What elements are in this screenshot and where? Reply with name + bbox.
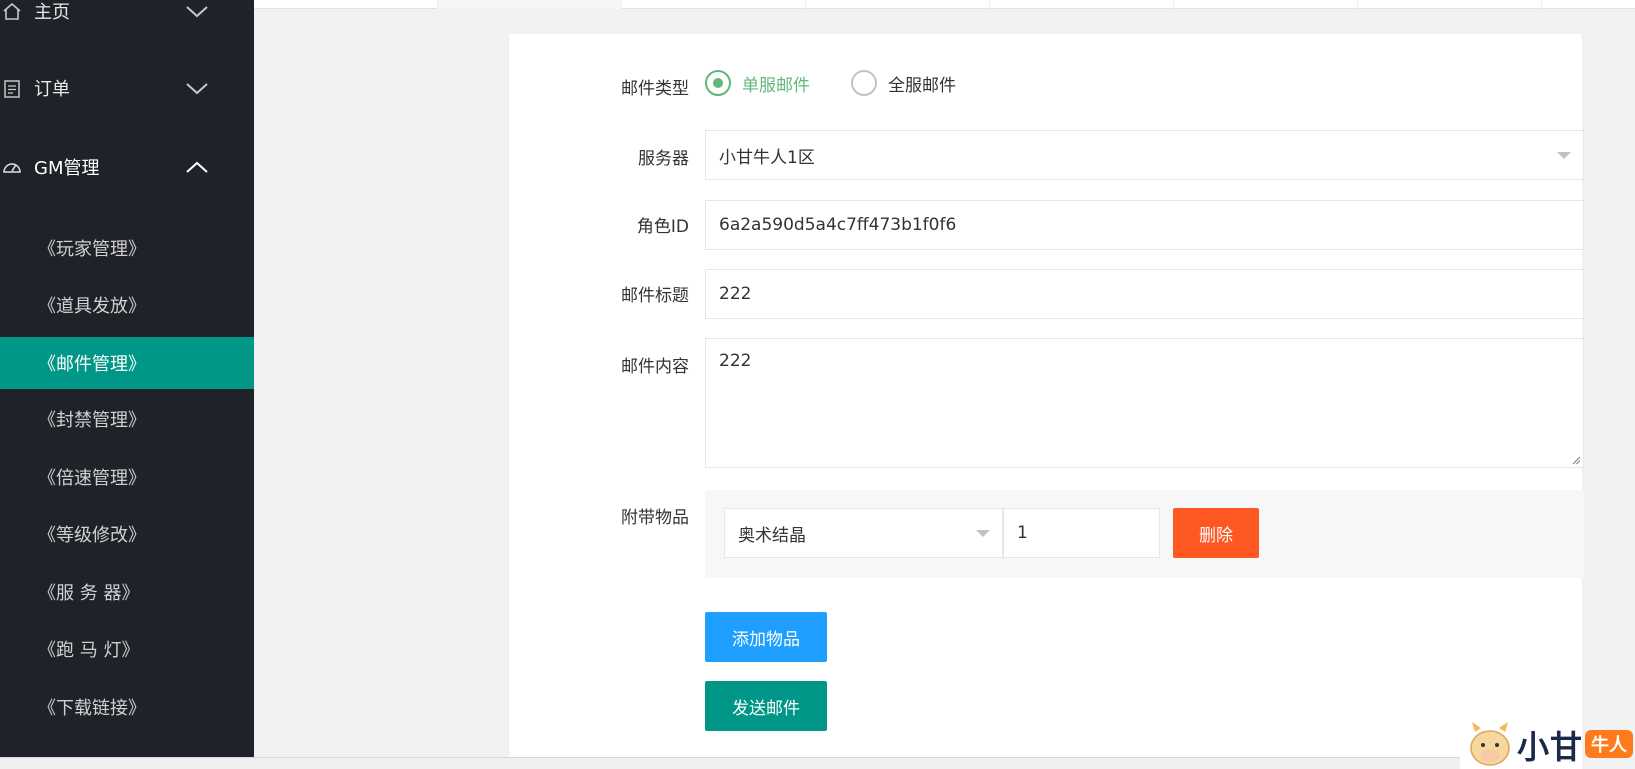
sidebar-item-speed[interactable]: 《倍速管理》 [0,451,254,503]
tab[interactable] [254,0,438,9]
chevron-down-icon [186,83,208,95]
sidebar-item-label: 《等级修改》 [38,525,146,546]
watermark-logo: 小甘 牛人 [1465,718,1635,769]
sidebar: 主页 订单 GM管理 《玩家管理》 《道具发放》 《邮件管理》 《封禁管理》 《… [0,0,254,769]
chevron-down-icon [186,6,208,18]
role-id-label: 角色ID [636,217,689,237]
server-value: 小甘牛人1区 [719,147,815,168]
clipboard-icon [4,80,20,98]
sidebar-item-home[interactable]: 主页 [0,0,254,41]
mail-title-input[interactable]: 222 [705,269,1584,319]
delete-item-button[interactable]: 删除 [1173,508,1259,558]
tab[interactable] [438,0,622,9]
mail-content-label: 邮件内容 [621,357,689,377]
attach-item-value: 奥术结晶 [738,525,806,546]
tab[interactable] [806,0,990,9]
sidebar-item-label: 《下载链接》 [38,698,146,719]
attach-label: 附带物品 [621,508,689,528]
chevron-up-icon [186,161,208,173]
home-icon [3,2,21,20]
sidebar-item-level[interactable]: 《等级修改》 [0,508,254,560]
sidebar-item-label: 《道具发放》 [38,296,146,317]
radio-single-server[interactable]: 单服邮件 [705,70,810,96]
radio-circle [851,70,877,96]
tab[interactable] [622,0,806,9]
sidebar-item-orders[interactable]: 订单 [0,58,254,118]
sidebar-item-download[interactable]: 《下载链接》 [0,681,254,733]
mail-type-label: 邮件类型 [621,79,689,99]
sidebar-item-server[interactable]: 《服 务 器》 [0,566,254,618]
role-id-input[interactable]: 6a2a590d5a4c7ff473b1f0f6 [705,200,1584,250]
sidebar-item-label: 《邮件管理》 [38,354,146,375]
resize-handle-icon[interactable] [1571,455,1581,465]
sidebar-item-label: 订单 [34,79,70,100]
mail-title-value: 222 [719,284,752,304]
sidebar-item-gm[interactable]: GM管理 [0,137,254,197]
role-id-value: 6a2a590d5a4c7ff473b1f0f6 [719,215,957,235]
sidebar-item-label: 主页 [34,2,70,23]
attach-qty-value: 1 [1017,523,1028,543]
server-select[interactable]: 小甘牛人1区 [705,130,1584,180]
status-bar [0,757,1460,769]
radio-circle [705,70,731,96]
caret-down-icon [976,530,990,537]
tab-strip [254,0,1635,9]
gauge-icon [3,163,21,173]
sidebar-item-label: 《封禁管理》 [38,410,146,431]
sidebar-item-label: 《跑 马 灯》 [38,640,140,661]
mail-content-value: 222 [719,351,752,371]
mail-form-card: 邮件类型 单服邮件 全服邮件 服务器 小甘牛人1区 角色ID 6a2a590d5… [509,34,1584,769]
attach-qty-input[interactable]: 1 [1003,508,1160,558]
sidebar-item-label: GM管理 [34,158,100,179]
tab[interactable] [990,0,1174,9]
radio-all-servers[interactable]: 全服邮件 [851,70,956,96]
attachment-row: 奥术结晶 1 删除 [705,490,1584,578]
radio-label: 全服邮件 [888,75,956,96]
radio-label: 单服邮件 [742,75,810,96]
sidebar-item-label: 《倍速管理》 [38,468,146,489]
mail-content-textarea[interactable]: 222 [705,338,1584,468]
mail-title-label: 邮件标题 [621,286,689,306]
sidebar-item-label: 《服 务 器》 [38,583,140,604]
tab[interactable] [1358,0,1542,9]
sidebar-item-label: 《玩家管理》 [38,239,146,260]
send-mail-button[interactable]: 发送邮件 [705,681,827,731]
add-item-button[interactable]: 添加物品 [705,612,827,662]
sidebar-item-ban[interactable]: 《封禁管理》 [0,393,254,445]
caret-down-icon [1557,152,1571,159]
server-label: 服务器 [638,149,689,169]
tab[interactable] [1174,0,1358,9]
attach-item-select[interactable]: 奥术结晶 [724,508,1003,558]
sidebar-item-marquee[interactable]: 《跑 马 灯》 [0,623,254,675]
sidebar-item-players[interactable]: 《玩家管理》 [0,222,254,274]
watermark-text: 小甘 [1517,728,1584,766]
sidebar-item-mail[interactable]: 《邮件管理》 [0,337,254,389]
sidebar-item-items[interactable]: 《道具发放》 [0,279,254,331]
watermark-badge: 牛人 [1585,730,1633,758]
cow-mascot-icon [1470,722,1510,766]
